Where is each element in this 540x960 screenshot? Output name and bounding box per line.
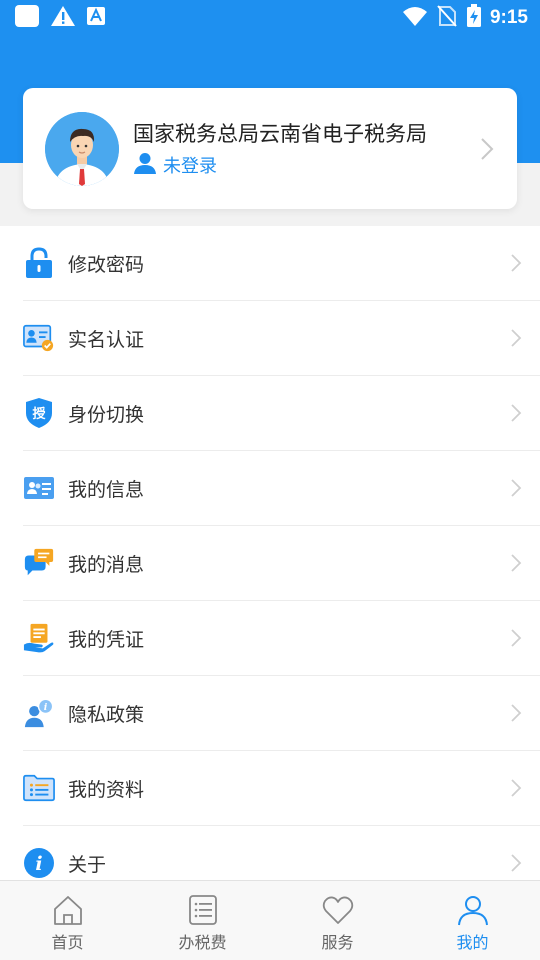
user-icon [133,152,157,178]
privacy-user-icon: i [23,697,55,729]
chevron-right-icon [510,253,522,273]
font-a-icon [86,6,106,30]
menu-item-label: 我的信息 [68,478,145,501]
folder-list-icon [23,772,55,804]
list-icon [186,893,220,927]
menu-item-label: 我的资料 [68,778,145,801]
tab-service[interactable]: 服务 [270,881,405,960]
chevron-right-icon [510,478,522,498]
menu-item-my-vouchers[interactable]: 我的凭证 [23,601,540,676]
tab-home[interactable]: 首页 [0,881,135,960]
tab-label: 办税费 [178,933,227,952]
home-icon [51,893,85,927]
menu-item-label: 我的消息 [68,553,145,576]
settings-menu: 修改密码 实名认证 授 身份切换 我的信息 我的消息 我的凭证 i 隐私政策 我… [0,226,540,880]
tab-tax[interactable]: 办税费 [135,881,270,960]
menu-item-label: 修改密码 [68,253,145,276]
menu-item-label: 身份切换 [68,403,145,426]
svg-text:授: 授 [32,406,46,422]
heart-icon [321,893,355,927]
profile-title: 国家税务总局云南省电子税务局 [133,121,427,146]
chevron-right-icon [510,328,522,348]
user-icon [456,893,490,927]
lock-icon [23,247,55,279]
id-verify-icon [23,322,55,354]
menu-item-my-messages[interactable]: 我的消息 [23,526,540,601]
svg-text:i: i [35,853,42,875]
tab-label: 首页 [51,933,84,952]
menu-item-change-password[interactable]: 修改密码 [23,226,540,301]
avatar [45,111,119,186]
info-card-icon [23,472,55,504]
chat-bubble-icon [23,547,55,579]
chevron-right-icon [510,703,522,723]
info-circle-icon: i [23,847,55,879]
menu-item-privacy-policy[interactable]: i 隐私政策 [23,676,540,751]
menu-item-identity-switch[interactable]: 授 身份切换 [23,376,540,451]
menu-item-label: 关于 [68,853,107,876]
profile-card[interactable]: 国家税务总局云南省电子税务局 未登录 [23,88,517,209]
chevron-right-icon [510,553,522,573]
tab-label: 我的 [456,933,489,952]
menu-item-about[interactable]: i 关于 [23,826,540,880]
battery-charging-icon [466,4,482,32]
wifi-icon [402,5,428,31]
tab-mine[interactable]: 我的 [405,881,540,960]
menu-item-real-name-auth[interactable]: 实名认证 [23,301,540,376]
menu-item-my-materials[interactable]: 我的资料 [23,751,540,826]
warning-icon [50,5,76,31]
no-sim-icon [436,4,458,32]
status-bar: 9:15 [0,0,540,36]
menu-item-label: 隐私政策 [68,703,145,726]
svg-text:i: i [44,702,48,713]
shield-authorize-icon: 授 [23,397,55,429]
app-notification-icon [14,4,40,32]
menu-item-label: 实名认证 [68,328,145,351]
login-status[interactable]: 未登录 [133,152,479,178]
login-status-text: 未登录 [163,155,217,177]
chevron-right-icon [510,628,522,648]
tab-label: 服务 [321,933,354,952]
chevron-right-icon [510,778,522,798]
voucher-hand-icon [23,622,55,654]
bottom-tab-bar: 首页 办税费 服务 我的 [0,880,540,960]
menu-item-my-info[interactable]: 我的信息 [23,451,540,526]
chevron-right-icon [510,853,522,873]
chevron-right-icon [510,403,522,423]
status-time: 9:15 [489,7,528,28]
chevron-right-icon [479,137,495,161]
menu-item-label: 我的凭证 [68,628,145,651]
